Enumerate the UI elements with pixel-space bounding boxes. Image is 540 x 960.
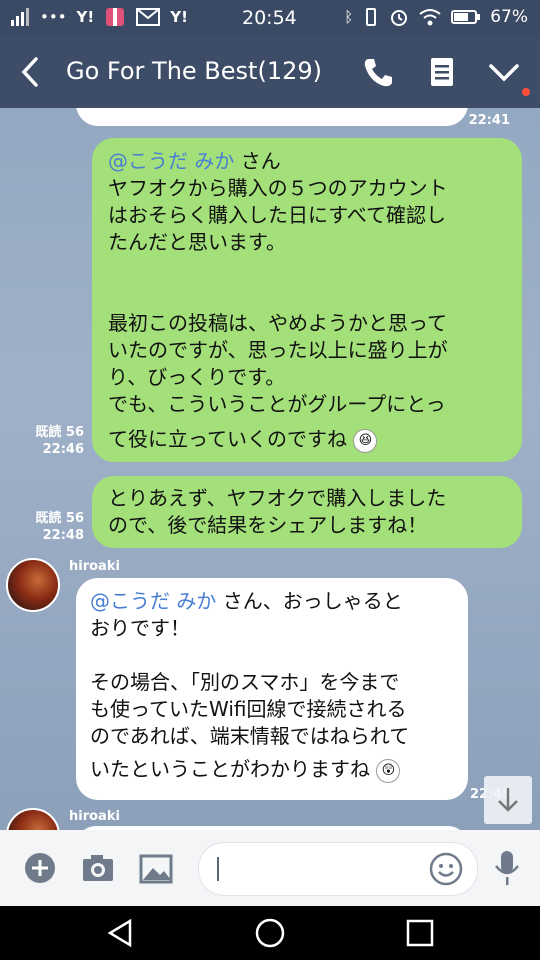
message-line: いたということがわかりますね 😲 <box>90 756 466 783</box>
message-line: のであれば、端末情報ではねられて <box>90 724 410 748</box>
emoji-icon[interactable] <box>429 852 463 886</box>
chat-title[interactable]: Go For The Best(129) <box>66 57 322 85</box>
notification-dot <box>522 88 530 96</box>
nav-back-icon[interactable] <box>104 917 136 949</box>
message-line: いたのですが、思った以上に盛り上が <box>108 338 448 362</box>
message-line: @こうだ みか さん、おっしゃると <box>90 589 403 613</box>
message-time: 22:46 <box>42 442 84 457</box>
scroll-down-button[interactable] <box>484 776 532 824</box>
back-icon[interactable] <box>18 55 42 89</box>
nav-recents-icon[interactable] <box>404 917 436 949</box>
yahoo-icon: Y! <box>170 8 188 26</box>
message-line: たんだと思います。 <box>108 230 286 254</box>
alarm-icon <box>391 10 408 26</box>
chat-header: Go For The Best(129) <box>0 36 540 108</box>
message-line: ので、後で結果をシェアしますね！ <box>108 513 428 537</box>
message-line: とりあえず、ヤフオクで購入しました <box>108 486 447 510</box>
image-icon[interactable] <box>139 854 173 884</box>
message-line: 最初この投稿は、やめようかと思って <box>108 311 447 335</box>
message-input-bar <box>0 830 540 906</box>
message-meta: 既読 56 22:48 <box>24 510 84 544</box>
microphone-icon[interactable] <box>494 850 520 886</box>
chat-area[interactable]: 22:41 @こうだ みか さん ヤフオクから購入の５つのアカウント はおそらく… <box>0 108 540 830</box>
battery-percent: 67% <box>490 7 528 27</box>
message-line: り、びっくりです。 <box>108 365 286 389</box>
status-bar: ••• Y! Y! 20:54 ᛒ 67% <box>0 0 540 36</box>
status-right-icons: ᛒ 67% <box>344 7 528 27</box>
message-time: 22:48 <box>42 528 84 543</box>
signal-icon <box>11 8 29 26</box>
message-line: ヤフオクから購入の５つのアカウント <box>108 176 448 200</box>
more-dots-icon: ••• <box>40 8 67 26</box>
gift-icon <box>106 8 125 26</box>
arrow-down-icon <box>498 788 518 812</box>
notes-icon[interactable] <box>424 54 460 90</box>
message-bubble-incoming[interactable]: @こうだ みか さん、おっしゃると おりです！ その場合、「別のスマホ」を今まで… <box>76 578 468 800</box>
clock: 20:54 <box>242 7 297 29</box>
message-line: て役に立っていくのですね 😆 <box>108 426 518 453</box>
message-line: おりです！ <box>90 616 190 640</box>
yahoo-icon: Y! <box>76 8 95 26</box>
mention-link[interactable]: @こうだ みか <box>108 149 234 173</box>
phone-icon[interactable] <box>360 54 396 90</box>
message-line: でも、こういうことがグループにとっ <box>108 392 446 416</box>
mail-icon <box>136 8 161 26</box>
laughing-emoji-icon: 😆 <box>353 428 378 453</box>
battery-icon <box>451 10 481 24</box>
message-meta: 既読 56 22:46 <box>24 424 84 458</box>
wifi-icon <box>419 9 441 26</box>
vibrate-icon <box>366 8 377 26</box>
chevron-down-icon[interactable] <box>486 54 522 90</box>
message-line: @こうだ みか さん <box>108 149 281 173</box>
message-bubble-outgoing[interactable]: @こうだ みか さん ヤフオクから購入の５つのアカウント はおそらく購入した日に… <box>92 138 522 462</box>
mention-link[interactable]: @こうだ みか <box>90 589 216 613</box>
avatar[interactable] <box>6 808 60 830</box>
navigation-bar <box>0 906 540 960</box>
camera-icon[interactable] <box>81 853 115 883</box>
status-left-icons: ••• Y! Y! <box>10 6 188 28</box>
message-input[interactable] <box>198 842 478 896</box>
message-bubble-outgoing[interactable]: とりあえず、ヤフオクで購入しました ので、後で結果をシェアしますね！ <box>92 476 522 548</box>
surprised-emoji-icon: 😲 <box>376 758 401 783</box>
read-count: 既読 56 <box>35 425 84 440</box>
avatar[interactable] <box>6 558 60 612</box>
message-line: はおそらく購入した日にすべて確認し <box>108 203 446 227</box>
sender-name: hiroaki <box>69 559 120 574</box>
message-time: 22:41 <box>468 113 510 128</box>
nav-home-icon[interactable] <box>254 917 286 949</box>
message-bubble-partial[interactable] <box>76 108 468 126</box>
message-line: も使っていたWifi回線で接続される <box>90 697 407 721</box>
read-count: 既読 56 <box>35 511 84 526</box>
text-caret <box>217 857 219 881</box>
sender-name: hiroaki <box>69 809 120 824</box>
message-line: その場合、「別のスマホ」を今まで <box>90 670 400 694</box>
bluetooth-icon: ᛒ <box>344 8 354 26</box>
add-icon[interactable] <box>24 852 56 884</box>
